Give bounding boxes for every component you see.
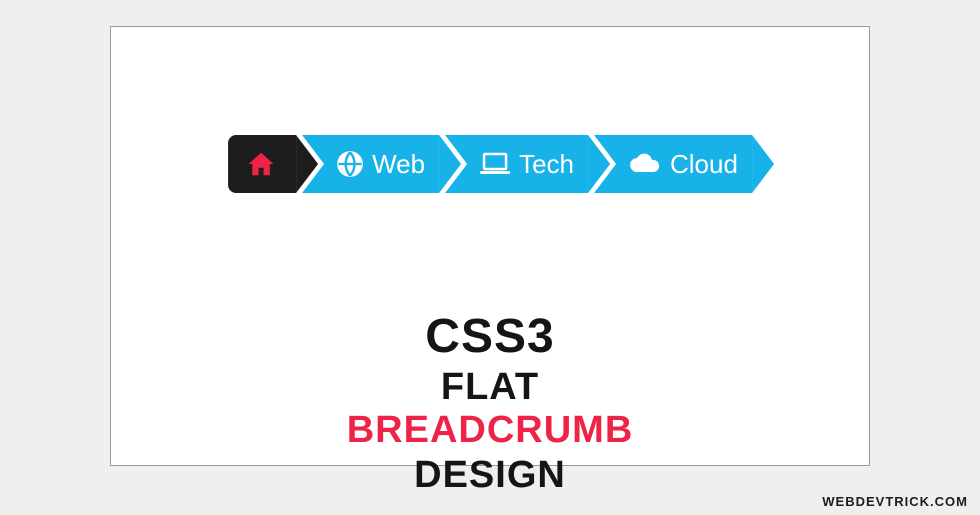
headline-line-2: FLAT BREADCRUMB bbox=[301, 366, 680, 452]
demo-frame: Web Tech Cloud CSS3 FLAT BREADCRUMB DESI… bbox=[110, 26, 870, 466]
globe-icon bbox=[336, 150, 364, 178]
cloud-icon bbox=[628, 152, 662, 176]
headline-word-breadcrumb: BREADCRUMB bbox=[347, 409, 634, 451]
headline-word-flat: FLAT bbox=[441, 366, 539, 408]
laptop-icon bbox=[479, 152, 511, 176]
footer-credit: WEBDEVTRICK.COM bbox=[822, 494, 968, 509]
headline: CSS3 FLAT BREADCRUMB DESIGN bbox=[301, 309, 680, 497]
breadcrumb: Web Tech Cloud bbox=[228, 135, 752, 193]
breadcrumb-item-home[interactable] bbox=[228, 135, 296, 193]
breadcrumb-item-web[interactable]: Web bbox=[302, 135, 439, 193]
breadcrumb-label: Web bbox=[372, 149, 425, 180]
breadcrumb-label: Tech bbox=[519, 149, 574, 180]
breadcrumb-item-tech[interactable]: Tech bbox=[445, 135, 588, 193]
headline-line-1: CSS3 bbox=[301, 309, 680, 364]
breadcrumb-label: Cloud bbox=[670, 149, 738, 180]
headline-line-3: DESIGN bbox=[301, 454, 680, 497]
home-icon bbox=[244, 149, 278, 179]
breadcrumb-item-cloud[interactable]: Cloud bbox=[594, 135, 752, 193]
